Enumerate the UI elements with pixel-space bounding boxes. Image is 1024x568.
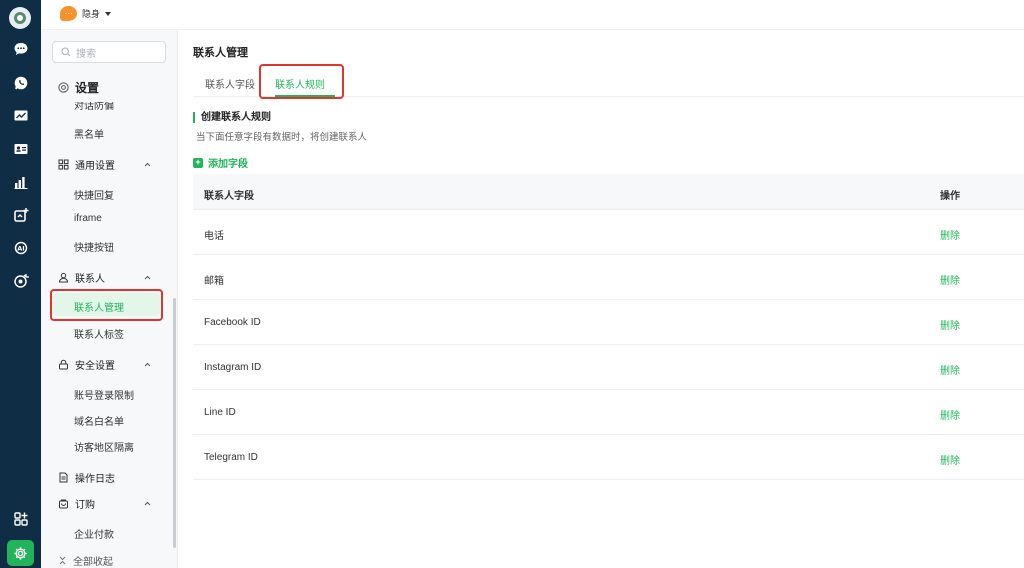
ai-icon[interactable]: AI bbox=[8, 237, 33, 259]
search-icon bbox=[61, 47, 71, 57]
sidebar-item-quick-button[interactable]: 快捷按钮 bbox=[74, 239, 114, 254]
column-header-field: 联系人字段 bbox=[204, 191, 254, 202]
analytics-icon[interactable] bbox=[8, 105, 33, 127]
row-field: Facebook ID bbox=[204, 317, 261, 328]
sidebar-group-security[interactable]: 安全设置 bbox=[58, 357, 158, 372]
chevron-up-icon bbox=[144, 362, 151, 367]
delete-button[interactable]: 删除 bbox=[940, 227, 960, 242]
apps-add-icon[interactable] bbox=[8, 508, 33, 530]
row-field: Instagram ID bbox=[204, 362, 262, 373]
delete-button[interactable]: 删除 bbox=[940, 452, 960, 467]
contact-card-icon[interactable] bbox=[8, 138, 33, 160]
marketing-icon[interactable] bbox=[8, 204, 33, 226]
row-field: Line ID bbox=[204, 407, 236, 418]
highlight-box-tab bbox=[259, 64, 344, 99]
chat-icon[interactable] bbox=[8, 38, 33, 60]
highlight-box-sidebar bbox=[50, 289, 163, 321]
delete-button[interactable]: 删除 bbox=[940, 272, 960, 287]
table-row: Instagram ID 删除 bbox=[193, 345, 1024, 390]
section-title: 创建联系人规则 bbox=[193, 112, 271, 123]
column-header-action: 操作 bbox=[940, 191, 960, 202]
person-icon bbox=[58, 272, 69, 283]
chevron-up-icon bbox=[144, 162, 151, 167]
top-bar: ··· 隐身 bbox=[41, 0, 1024, 30]
whatsapp-icon[interactable] bbox=[8, 72, 33, 94]
collapse-all-button[interactable]: 全部收起 bbox=[58, 553, 113, 568]
table-row: 电话 删除 bbox=[193, 210, 1024, 255]
logo-icon[interactable] bbox=[9, 7, 31, 29]
lock-icon bbox=[59, 359, 68, 370]
bag-icon bbox=[59, 499, 68, 509]
page-title: 联系人管理 bbox=[193, 47, 248, 59]
svg-text:AI: AI bbox=[17, 245, 24, 253]
delete-button[interactable]: 删除 bbox=[940, 362, 960, 377]
status-label: 隐身 bbox=[82, 9, 101, 19]
sidebar-item-blacklist[interactable]: 黑名单 bbox=[74, 126, 104, 141]
status-bubble-icon: ··· bbox=[60, 6, 77, 21]
row-field: 电话 bbox=[204, 231, 224, 242]
sidebar-group-general[interactable]: 通用设置 bbox=[58, 157, 158, 172]
table-row: Line ID 删除 bbox=[193, 390, 1024, 435]
table-row: 邮箱 删除 bbox=[193, 255, 1024, 300]
settings-title: 设置 bbox=[57, 79, 99, 96]
gear-icon bbox=[58, 82, 69, 93]
sidebar-item-region-isolation[interactable]: 访客地区隔离 bbox=[74, 439, 134, 454]
add-field-button[interactable]: + 添加字段 bbox=[193, 155, 248, 170]
sidebar-item-iframe[interactable]: iframe bbox=[74, 213, 102, 224]
grid-icon bbox=[58, 159, 69, 170]
sidebar-item-contact-tags[interactable]: 联系人标签 bbox=[74, 326, 124, 341]
sidebar-item-domain-whitelist[interactable]: 域名白名单 bbox=[74, 413, 124, 428]
sidebar-item-clipped[interactable]: 对话防偏 bbox=[74, 102, 114, 110]
sidebar-item-operation-log[interactable]: 操作日志 bbox=[58, 470, 158, 485]
table-row: Telegram ID 删除 bbox=[193, 435, 1024, 480]
table-header: 联系人字段 操作 bbox=[193, 174, 1024, 210]
chevron-up-icon bbox=[144, 501, 151, 506]
row-field: 邮箱 bbox=[204, 276, 224, 287]
sidebar-scrollbar[interactable] bbox=[173, 298, 176, 548]
sidebar-group-contacts[interactable]: 联系人 bbox=[58, 270, 158, 285]
icon-rail: AI bbox=[0, 0, 41, 568]
main-content: 联系人管理 联系人字段 联系人规则 创建联系人规则 当下面任意字段有数据时，将创… bbox=[178, 30, 1024, 568]
search-placeholder: 搜索 bbox=[76, 48, 96, 60]
delete-button[interactable]: 删除 bbox=[940, 317, 960, 332]
sidebar-group-subscription[interactable]: 订购 bbox=[58, 496, 158, 511]
rules-table: 联系人字段 操作 电话 删除 邮箱 删除 Facebook ID 删除 Inst… bbox=[193, 174, 1024, 480]
table-row: Facebook ID 删除 bbox=[193, 300, 1024, 345]
search-input[interactable]: 搜索 bbox=[52, 41, 166, 63]
tab-contact-fields[interactable]: 联系人字段 bbox=[205, 76, 255, 91]
collapse-icon bbox=[59, 556, 66, 565]
document-icon bbox=[59, 472, 68, 483]
sidebar-item-enterprise-payment[interactable]: 企业付款 bbox=[74, 526, 114, 541]
status-selector[interactable]: ··· 隐身 bbox=[60, 6, 112, 21]
section-description: 当下面任意字段有数据时，将创建联系人 bbox=[196, 132, 368, 143]
plus-icon: + bbox=[193, 157, 203, 168]
sidebar-item-quick-reply[interactable]: 快捷回复 bbox=[74, 187, 114, 202]
target-icon[interactable] bbox=[8, 270, 33, 292]
chevron-up-icon bbox=[144, 275, 151, 280]
row-field: Telegram ID bbox=[204, 452, 258, 463]
caret-down-icon bbox=[105, 11, 112, 16]
sidebar-item-login-limit[interactable]: 账号登录限制 bbox=[74, 387, 134, 402]
settings-icon[interactable] bbox=[7, 540, 34, 566]
bar-chart-icon[interactable] bbox=[8, 171, 33, 193]
delete-button[interactable]: 删除 bbox=[940, 407, 960, 422]
